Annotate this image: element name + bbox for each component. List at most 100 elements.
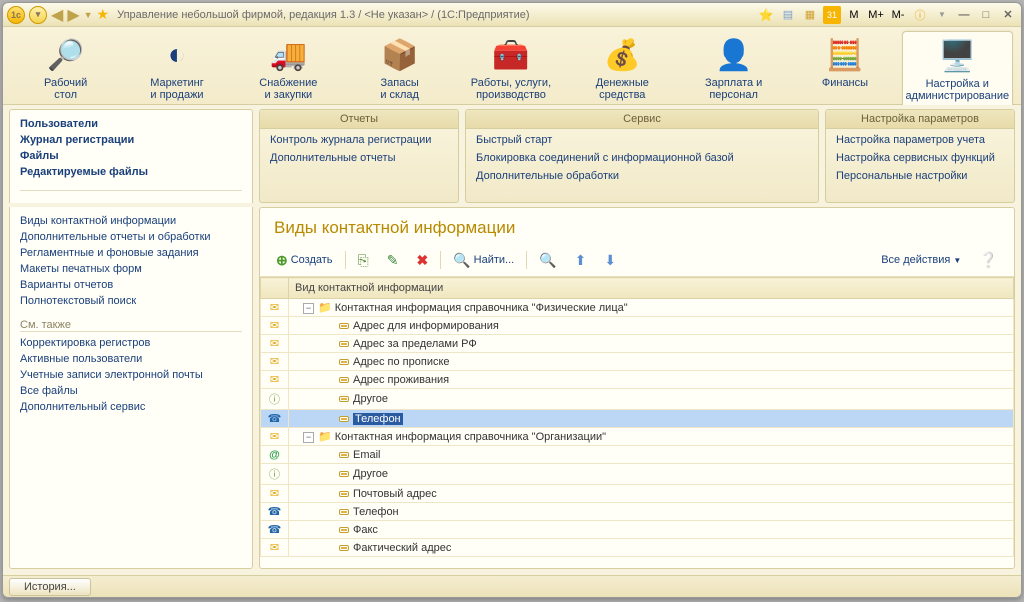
section-label: Рабочийстол bbox=[44, 77, 87, 101]
section-label: Зарплата иперсонал bbox=[705, 77, 762, 101]
panel-link[interactable]: Настройка сервисных функций bbox=[826, 149, 1014, 167]
close-button[interactable]: ✕ bbox=[999, 6, 1017, 24]
table-row[interactable]: ✉Почтовый адрес bbox=[261, 485, 1014, 503]
sidebar-link[interactable]: Все файлы bbox=[20, 383, 242, 399]
sidebar-link[interactable]: Активные пользователи bbox=[20, 351, 242, 367]
section-label: Работы, услуги,производство bbox=[471, 77, 551, 101]
panel-service-title: Сервис bbox=[466, 110, 818, 129]
m-button[interactable]: M bbox=[845, 6, 863, 24]
expander-icon[interactable]: − bbox=[303, 303, 314, 314]
sidebar: Виды контактной информацииДополнительные… bbox=[9, 207, 253, 569]
info-icon[interactable]: ⓘ bbox=[911, 6, 929, 24]
sidebar-link[interactable]: Дополнительные отчеты и обработки bbox=[20, 229, 242, 245]
item-icon bbox=[339, 396, 349, 402]
sidebar-link[interactable]: Полнотекстовый поиск bbox=[20, 293, 242, 309]
table-row[interactable]: ✉−📁 Контактная информация справочника "О… bbox=[261, 428, 1014, 446]
nav-back-icon[interactable]: ◀ bbox=[51, 5, 63, 25]
table-row[interactable]: ✉Адрес за пределами РФ bbox=[261, 335, 1014, 353]
table-row[interactable]: ✉Адрес по прописке bbox=[261, 353, 1014, 371]
table-row[interactable]: ✉Адрес для информирования bbox=[261, 317, 1014, 335]
sidebar-link[interactable]: Регламентные и фоновые задания bbox=[20, 245, 242, 261]
row-text: Другое bbox=[353, 393, 388, 405]
favorite-icon[interactable]: ★ bbox=[97, 6, 110, 23]
section-tab-5[interactable]: 💰Денежныесредства bbox=[568, 31, 677, 105]
col-name[interactable]: Вид контактной информации bbox=[289, 278, 1014, 299]
section-tab-2[interactable]: 🚚Снабжениеи закупки bbox=[234, 31, 343, 105]
nav-dropdown-icon[interactable]: ▼ bbox=[84, 10, 93, 20]
maximize-button[interactable]: □ bbox=[977, 6, 995, 24]
doc-icon[interactable]: ▤ bbox=[779, 6, 797, 24]
section-label: Денежныесредства bbox=[596, 77, 649, 101]
table-row[interactable]: ☎Телефон bbox=[261, 503, 1014, 521]
sidebar-link[interactable]: Дополнительный сервис bbox=[20, 399, 242, 415]
clear-find-button[interactable]: 🔍 bbox=[533, 249, 562, 272]
table-row[interactable]: ⓘДругое bbox=[261, 389, 1014, 410]
sidebar-link[interactable]: Учетные записи электронной почты bbox=[20, 367, 242, 383]
create-button[interactable]: ⊕Создать bbox=[270, 249, 339, 272]
item-icon bbox=[339, 416, 349, 422]
row-text: Адрес для информирования bbox=[353, 320, 499, 332]
info-drop-icon[interactable]: ▼ bbox=[933, 6, 951, 24]
panel-link[interactable]: Настройка параметров учета bbox=[826, 131, 1014, 149]
section-tab-3[interactable]: 📦Запасыи склад bbox=[345, 31, 454, 105]
table-row[interactable]: ✉−📁 Контактная информация справочника "Ф… bbox=[261, 299, 1014, 317]
sidebar-link[interactable]: Редактируемые файлы bbox=[20, 164, 242, 180]
panel-link[interactable]: Быстрый старт bbox=[466, 131, 818, 149]
section-icon: 🧰 bbox=[491, 35, 531, 75]
section-tab-0[interactable]: 🔎Рабочийстол bbox=[11, 31, 120, 105]
table-row[interactable]: ✉Адрес проживания bbox=[261, 371, 1014, 389]
mail-icon: ✉ bbox=[270, 356, 279, 368]
col-icon[interactable] bbox=[261, 278, 289, 299]
panel-link[interactable]: Контроль журнала регистрации bbox=[260, 131, 458, 149]
row-text: Телефон bbox=[353, 413, 403, 425]
fav-add-icon[interactable]: ⭐ bbox=[757, 6, 775, 24]
delete-button[interactable]: ✖ bbox=[410, 249, 434, 272]
help-button[interactable]: ❔ bbox=[973, 248, 1004, 272]
section-label: Маркетинги продажи bbox=[150, 77, 203, 101]
sidebar-link[interactable]: Макеты печатных форм bbox=[20, 261, 242, 277]
sidebar-link[interactable]: Виды контактной информации bbox=[20, 213, 242, 229]
panel-link[interactable]: Блокировка соединений с информационной б… bbox=[466, 149, 818, 167]
all-actions-button[interactable]: Все действия ▼ bbox=[875, 251, 967, 269]
find-button[interactable]: 🔍Найти... bbox=[447, 249, 520, 272]
section-icon: 🖥️ bbox=[937, 36, 977, 76]
m-minus-button[interactable]: M- bbox=[889, 6, 907, 24]
section-tab-6[interactable]: 👤Зарплата иперсонал bbox=[679, 31, 788, 105]
mail-icon: ✉ bbox=[270, 431, 279, 443]
body-row: Виды контактной информацииДополнительные… bbox=[3, 207, 1021, 575]
table-row[interactable]: @Email bbox=[261, 446, 1014, 464]
section-tab-1[interactable]: ◐Маркетинги продажи bbox=[122, 31, 231, 105]
calendar-icon[interactable]: 31 bbox=[823, 6, 841, 24]
table-row[interactable]: ⓘДругое bbox=[261, 464, 1014, 485]
row-text: Email bbox=[353, 449, 381, 461]
sidebar-link[interactable]: Файлы bbox=[20, 148, 242, 164]
sidebar-link[interactable]: Корректировка регистров bbox=[20, 335, 242, 351]
sidebar-link[interactable]: Журнал регистрации bbox=[20, 132, 242, 148]
history-button[interactable]: История... bbox=[9, 578, 91, 596]
sidebar-link[interactable]: Пользователи bbox=[20, 116, 242, 132]
panel-link[interactable]: Дополнительные отчеты bbox=[260, 149, 458, 167]
section-icon: 📦 bbox=[380, 35, 420, 75]
grid[interactable]: Вид контактной информации ✉−📁 Контактная… bbox=[260, 277, 1014, 568]
row-text: Почтовый адрес bbox=[353, 488, 437, 500]
calc-icon[interactable]: ▦ bbox=[801, 6, 819, 24]
table-row[interactable]: ☎Телефон bbox=[261, 410, 1014, 428]
expander-icon[interactable]: − bbox=[303, 432, 314, 443]
dropdown-icon[interactable]: ▾ bbox=[29, 6, 47, 24]
panel-link[interactable]: Персональные настройки bbox=[826, 167, 1014, 185]
table-row[interactable]: ✉Фактический адрес bbox=[261, 539, 1014, 557]
m-plus-button[interactable]: M+ bbox=[867, 6, 885, 24]
move-down-button[interactable]: ⬇ bbox=[598, 249, 622, 272]
sidebar-link[interactable]: Варианты отчетов bbox=[20, 277, 242, 293]
edit-button[interactable]: ✎ bbox=[381, 249, 405, 272]
nav-forward-icon[interactable]: ▶ bbox=[67, 5, 79, 25]
minimize-button[interactable]: — bbox=[955, 6, 973, 24]
copy-button[interactable]: ⎘ bbox=[352, 249, 375, 272]
move-up-button[interactable]: ⬆ bbox=[569, 249, 593, 272]
panel-link[interactable]: Дополнительные обработки bbox=[466, 167, 818, 185]
section-tab-8[interactable]: 🖥️Настройка иадминистрирование bbox=[902, 31, 1013, 106]
item-icon bbox=[339, 452, 349, 458]
section-tab-4[interactable]: 🧰Работы, услуги,производство bbox=[456, 31, 565, 105]
table-row[interactable]: ☎Факс bbox=[261, 521, 1014, 539]
section-tab-7[interactable]: 🧮Финансы bbox=[790, 31, 899, 93]
